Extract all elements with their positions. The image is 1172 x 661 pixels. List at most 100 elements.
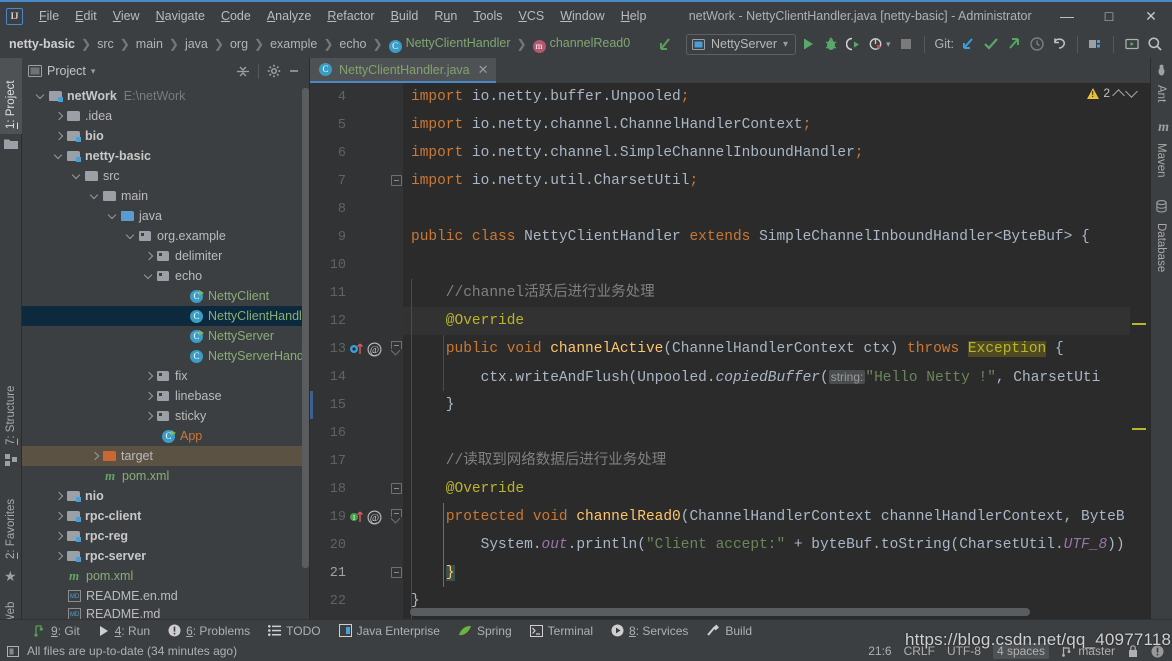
tree-item-main[interactable]: main [22,186,310,206]
error-stripe[interactable] [1130,83,1150,619]
commit-icon[interactable] [979,33,1002,56]
minimize-button[interactable]: — [1046,2,1088,30]
chevron-right-icon[interactable] [54,491,65,502]
menu-help[interactable]: Help [613,6,655,26]
sidebar-item-maven[interactable]: Maven [1150,138,1172,194]
menu-run[interactable]: Run [426,6,465,26]
fold-marker-channelactive[interactable] [390,341,402,356]
collapse-all-icon[interactable] [233,61,253,81]
tree-item-org-example[interactable]: org.example [22,226,310,246]
breadcrumb-item-main[interactable]: main [133,36,166,52]
breadcrumb-item-src[interactable]: src [94,36,117,52]
implementing-method-icon[interactable]: I [349,509,365,525]
tool-window-java-enterprise[interactable]: Java Enterprise [330,620,449,642]
close-button[interactable]: ✕ [1130,2,1172,30]
tree-item-pom-module[interactable]: m pom.xml [22,466,310,486]
tree-item-nettyclienthandler[interactable]: C NettyClientHandler [22,306,310,326]
breadcrumb-item-class[interactable]: C NettyClientHandler [386,35,514,54]
chevron-up-icon[interactable] [1112,88,1125,102]
tool-window-todo[interactable]: TODO [259,620,329,642]
tree-item-fix[interactable]: fix [22,366,310,386]
fold-marker-channelread0[interactable] [390,509,402,524]
tree-item-nettyclient[interactable]: C NettyClient [22,286,310,306]
tree-item-echo[interactable]: echo [22,266,310,286]
fold-marker-method-end-2[interactable] [391,567,402,578]
code-text[interactable]: import io.netty.buffer.Unpooled; import … [403,83,1150,619]
menu-tools[interactable]: Tools [465,6,510,26]
chevron-right-icon[interactable] [144,411,155,422]
breadcrumb-item-java[interactable]: java [182,36,211,52]
gear-icon[interactable] [264,61,284,81]
chevron-down-icon[interactable] [36,91,47,102]
fold-marker-imports[interactable] [391,175,402,186]
tree-item-src[interactable]: src [22,166,310,186]
editor-gutter[interactable]: 4 5 6 7 8 9 10 11 12 13 @ 14 15 16 17 18… [310,83,403,619]
chevron-right-icon[interactable] [144,371,155,382]
chevron-right-icon[interactable] [54,551,65,562]
hide-panel-icon[interactable] [284,61,304,81]
tree-item-app[interactable]: C App [22,426,310,446]
chevron-down-icon[interactable] [108,211,119,222]
tool-window-problems[interactable]: 6: Problems [159,620,259,642]
tree-item-idea[interactable]: .idea [22,106,310,126]
chevron-down-icon[interactable] [90,191,101,202]
code-area[interactable]: 4 5 6 7 8 9 10 11 12 13 @ 14 15 16 17 18… [310,83,1150,619]
run-anything-icon[interactable] [1120,33,1143,56]
tree-item-rpc-client[interactable]: rpc-client [22,506,310,526]
menu-build[interactable]: Build [383,6,427,26]
chevron-down-icon[interactable] [126,231,137,242]
search-everywhere-icon[interactable] [1143,33,1166,56]
chevron-right-icon[interactable] [144,391,155,402]
chevron-down-icon[interactable] [144,271,155,282]
sidebar-item-favorites[interactable]: 2: Favorites [0,470,22,564]
tree-item-delimiter[interactable]: delimiter [22,246,310,266]
tree-item-rpc-reg[interactable]: rpc-reg [22,526,310,546]
chevron-down-icon[interactable]: ▾ [91,66,96,77]
update-project-icon[interactable] [956,33,979,56]
editor-tab-nettyclienthandler[interactable]: C NettyClientHandler.java ✕ [310,58,496,83]
menu-analyze[interactable]: Analyze [259,6,319,26]
annotation-icon[interactable]: @ [367,509,382,525]
sidebar-item-database[interactable]: Database [1150,218,1172,288]
menu-view[interactable]: View [105,6,148,26]
tree-item-network[interactable]: netWork E:\netWork [22,86,310,106]
tool-window-spring[interactable]: Spring [449,620,521,642]
tool-window-services[interactable]: 8: Services [602,620,697,642]
tree-item-target[interactable]: target [22,446,310,466]
chevron-right-icon[interactable] [54,131,65,142]
debug-icon[interactable] [819,33,842,56]
chevron-down-icon[interactable]: ▾ [886,39,891,50]
tree-item-rpc-server[interactable]: rpc-server [22,546,310,566]
annotation-icon[interactable]: @ [367,341,382,357]
breadcrumb-item-method[interactable]: m channelRead0 [530,35,634,54]
chevron-right-icon[interactable] [54,511,65,522]
back-arrow-icon[interactable] [655,33,678,56]
chevron-right-icon[interactable] [90,451,101,462]
overriding-method-icon[interactable] [349,341,365,357]
chevron-right-icon[interactable] [144,251,155,262]
run-icon[interactable] [796,33,819,56]
chevron-down-icon[interactable] [54,151,65,162]
tree-item-pom-root[interactable]: m pom.xml [22,566,310,586]
menu-navigate[interactable]: Navigate [148,6,213,26]
menu-window[interactable]: Window [552,6,612,26]
run-configuration-selector[interactable]: NettyServer ▾ [685,33,797,55]
tree-item-nettyserverhandler[interactable]: C NettyServerHandler [22,346,310,366]
chevron-down-icon[interactable] [72,171,83,182]
tree-item-readme-en[interactable]: MD README.en.md [22,586,310,606]
sidebar-item-ant[interactable]: Ant [1150,80,1172,114]
breadcrumb-item-org[interactable]: org [227,36,251,52]
sidebar-item-structure[interactable]: 7: Structure [0,358,22,450]
menu-edit[interactable]: Edit [67,6,105,26]
breadcrumb-item-echo[interactable]: echo [336,36,369,52]
run-with-coverage-icon[interactable] [842,33,865,56]
stop-icon[interactable] [895,33,918,56]
tool-window-terminal[interactable]: Terminal [521,620,602,642]
tree-item-linebase[interactable]: linebase [22,386,310,406]
project-tree-scrollbar[interactable] [302,88,309,568]
profiler-icon[interactable] [865,33,888,56]
menu-refactor[interactable]: Refactor [319,6,382,26]
inspection-widget[interactable]: 2 [1087,84,1138,102]
chevron-down-icon[interactable] [1125,84,1138,98]
push-icon[interactable] [1002,33,1025,56]
